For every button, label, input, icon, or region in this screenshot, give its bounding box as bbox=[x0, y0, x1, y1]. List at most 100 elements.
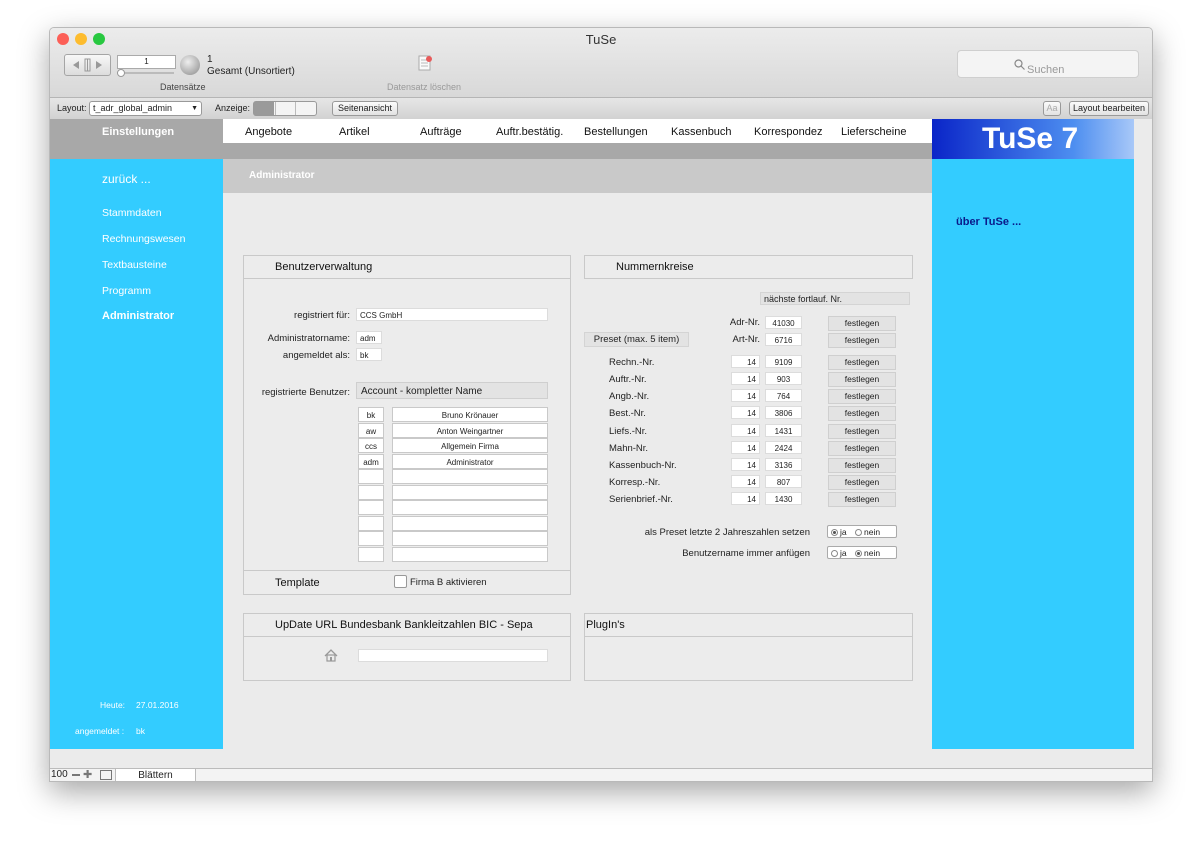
firma-b-checkbox[interactable] bbox=[394, 575, 407, 588]
about-link[interactable]: über TuSe ... bbox=[956, 216, 1021, 228]
preview-button[interactable]: Seitenansicht bbox=[332, 101, 398, 116]
layout-select[interactable]: t_adr_global_admin ▼ bbox=[89, 101, 202, 116]
list-view-icon[interactable] bbox=[275, 102, 296, 115]
record-slider-handle[interactable] bbox=[117, 69, 125, 77]
number-row-preset[interactable]: 14 bbox=[731, 406, 760, 419]
tab-angebote[interactable]: Angebote bbox=[245, 126, 292, 138]
number-row-fix-button[interactable]: festlegen bbox=[828, 372, 896, 387]
number-row-value[interactable]: 3136 bbox=[765, 458, 802, 471]
logged-in-as-field[interactable]: bk bbox=[356, 348, 382, 361]
user-account-cell-empty[interactable] bbox=[358, 516, 384, 531]
number-row-fix-button[interactable]: festlegen bbox=[828, 424, 896, 439]
tab-bestellungen[interactable]: Bestellungen bbox=[584, 126, 648, 138]
user-account-cell-empty[interactable] bbox=[358, 531, 384, 546]
number-row-preset[interactable]: 14 bbox=[731, 389, 760, 402]
number-row-preset[interactable]: 14 bbox=[731, 441, 760, 454]
user-name-cell-empty[interactable] bbox=[392, 500, 548, 515]
registered-for-label: registriert für: bbox=[294, 310, 350, 321]
number-row-preset[interactable]: 14 bbox=[731, 355, 760, 368]
number-row-value[interactable]: 903 bbox=[765, 372, 802, 385]
delete-record-icon[interactable] bbox=[417, 55, 433, 71]
art-nr-field[interactable]: 6716 bbox=[765, 333, 802, 346]
user-name-cell[interactable]: Administrator bbox=[392, 454, 548, 469]
user-name-cell-empty[interactable] bbox=[392, 516, 548, 531]
user-name-cell[interactable]: Anton Weingartner bbox=[392, 423, 548, 438]
home-icon[interactable] bbox=[324, 649, 338, 662]
sidebar-item-rechnungswesen[interactable]: Rechnungswesen bbox=[102, 233, 185, 245]
font-format-button[interactable]: Aa bbox=[1043, 101, 1061, 116]
adr-nr-fix-button[interactable]: festlegen bbox=[828, 316, 896, 331]
admin-name-field[interactable]: adm bbox=[356, 331, 382, 344]
user-name-cell[interactable]: Allgemein Firma bbox=[392, 438, 548, 453]
user-account-cell-empty[interactable] bbox=[358, 547, 384, 562]
user-name-cell[interactable]: Bruno Krönauer bbox=[392, 407, 548, 422]
sidebar-item-administrator[interactable]: Administrator bbox=[102, 310, 174, 322]
number-row-value[interactable]: 807 bbox=[765, 475, 802, 488]
mode-indicator[interactable]: Blättern bbox=[115, 768, 196, 781]
user-name-cell-empty[interactable] bbox=[392, 547, 548, 562]
preset-year-no-radio[interactable]: nein bbox=[855, 527, 880, 537]
number-row-preset[interactable]: 14 bbox=[731, 424, 760, 437]
art-nr-fix-button[interactable]: festlegen bbox=[828, 333, 896, 348]
record-slider[interactable] bbox=[117, 72, 174, 74]
user-account-cell[interactable]: ccs bbox=[358, 438, 384, 453]
number-row-preset[interactable]: 14 bbox=[731, 475, 760, 488]
table-view-icon[interactable] bbox=[295, 102, 316, 115]
sidebar-item-stammdaten[interactable]: Stammdaten bbox=[102, 207, 162, 219]
user-account-cell-empty[interactable] bbox=[358, 469, 384, 484]
tab-kassenbuch[interactable]: Kassenbuch bbox=[671, 126, 732, 138]
number-row-fix-button[interactable]: festlegen bbox=[828, 389, 896, 404]
user-account-cell-empty[interactable] bbox=[358, 485, 384, 500]
number-row-preset[interactable]: 14 bbox=[731, 492, 760, 505]
app-window: TuSe 1 1 Gesamt (Unsortiert) Datensätze … bbox=[49, 27, 1153, 782]
number-row-value[interactable]: 2424 bbox=[765, 441, 802, 454]
number-row-value[interactable]: 764 bbox=[765, 389, 802, 402]
preset-year-yes-radio[interactable]: ja bbox=[831, 527, 847, 537]
tab-korrespondenz[interactable]: Korrespondez bbox=[754, 126, 823, 138]
user-name-cell-empty[interactable] bbox=[392, 531, 548, 546]
search-field[interactable]: Suchen bbox=[957, 50, 1139, 78]
number-row-fix-button[interactable]: festlegen bbox=[828, 492, 896, 507]
number-row-value[interactable]: 1431 bbox=[765, 424, 802, 437]
number-row-value[interactable]: 9109 bbox=[765, 355, 802, 368]
edit-layout-button[interactable]: Layout bearbeiten bbox=[1069, 101, 1149, 116]
tuse-logo-text: TuSe 7 bbox=[982, 122, 1079, 155]
number-row-fix-button[interactable]: festlegen bbox=[828, 355, 896, 370]
form-view-icon[interactable] bbox=[254, 102, 274, 115]
append-user-yes-radio[interactable]: ja bbox=[831, 548, 847, 558]
append-user-no-radio[interactable]: nein bbox=[855, 548, 880, 558]
number-row-fix-button[interactable]: festlegen bbox=[828, 458, 896, 473]
number-row-label: Auftr.-Nr. bbox=[609, 374, 647, 385]
number-row-preset[interactable]: 14 bbox=[731, 372, 760, 385]
user-account-cell[interactable]: bk bbox=[358, 407, 384, 422]
zoom-level[interactable]: 100 bbox=[51, 769, 68, 780]
settings-header[interactable]: Einstellungen bbox=[50, 119, 223, 159]
zoom-out-icon[interactable] bbox=[72, 774, 80, 776]
number-row-value[interactable]: 3806 bbox=[765, 406, 802, 419]
number-row-preset[interactable]: 14 bbox=[731, 458, 760, 471]
tab-auftragsbestaetigung[interactable]: Auftr.bestätig. bbox=[496, 126, 563, 138]
sidebar-item-textbausteine[interactable]: Textbausteine bbox=[102, 259, 167, 271]
user-name-cell-empty[interactable] bbox=[392, 485, 548, 500]
toggle-statusbar-icon[interactable] bbox=[100, 770, 112, 780]
number-row-value[interactable]: 1430 bbox=[765, 492, 802, 505]
record-number-input[interactable]: 1 bbox=[117, 55, 176, 69]
update-url-field[interactable] bbox=[358, 649, 548, 662]
sidebar-item-programm[interactable]: Programm bbox=[102, 285, 151, 297]
tab-lieferscheine[interactable]: Lieferscheine bbox=[841, 126, 906, 138]
adr-nr-field[interactable]: 41030 bbox=[765, 316, 802, 329]
tab-auftraege[interactable]: Aufträge bbox=[420, 126, 462, 138]
user-account-cell[interactable]: adm bbox=[358, 454, 384, 469]
user-name-cell-empty[interactable] bbox=[392, 469, 548, 484]
tab-artikel[interactable]: Artikel bbox=[339, 126, 370, 138]
user-account-cell[interactable]: aw bbox=[358, 423, 384, 438]
number-row-fix-button[interactable]: festlegen bbox=[828, 406, 896, 421]
zoom-in-icon[interactable]: ✚ bbox=[83, 768, 92, 781]
back-link[interactable]: zurück ... bbox=[102, 172, 151, 186]
number-row-fix-button[interactable]: festlegen bbox=[828, 441, 896, 456]
number-row-fix-button[interactable]: festlegen bbox=[828, 475, 896, 490]
user-admin-panel: Benutzerverwaltung registriert für: CCS … bbox=[243, 255, 571, 595]
record-navigator[interactable] bbox=[64, 54, 111, 76]
registered-for-field[interactable]: CCS GmbH bbox=[356, 308, 548, 321]
user-account-cell-empty[interactable] bbox=[358, 500, 384, 515]
